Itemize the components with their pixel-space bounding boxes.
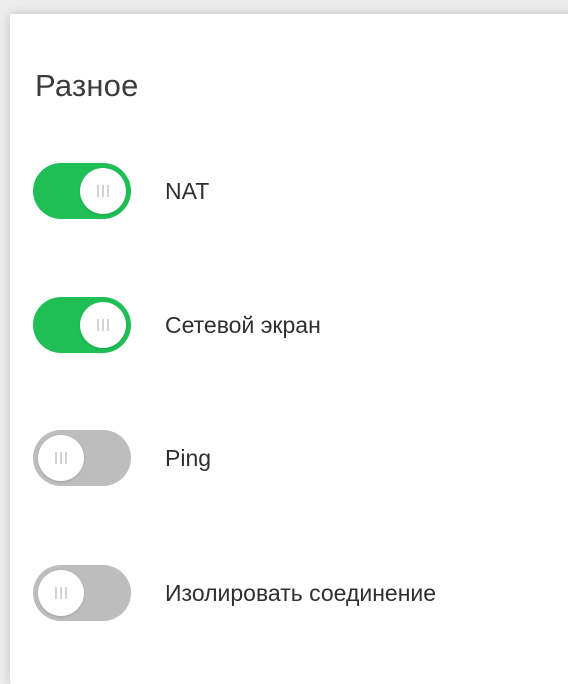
nat-toggle[interactable] bbox=[33, 163, 131, 219]
toggle-knob bbox=[38, 570, 84, 616]
toggle-row-firewall: Сетевой экран bbox=[33, 296, 321, 354]
section-title: Разное bbox=[35, 68, 139, 103]
toggle-knob bbox=[38, 435, 84, 481]
firewall-toggle[interactable] bbox=[33, 297, 131, 353]
grip-icon bbox=[97, 319, 109, 331]
grip-icon bbox=[97, 185, 109, 197]
isolate-connection-label: Изолировать соединение bbox=[165, 579, 437, 606]
firewall-label: Сетевой экран bbox=[165, 311, 321, 338]
ping-toggle[interactable] bbox=[33, 430, 131, 486]
ping-label: Ping bbox=[165, 444, 212, 471]
toggle-row-nat: NAT bbox=[33, 162, 209, 220]
toggle-row-ping: Ping bbox=[33, 429, 211, 487]
nat-label: NAT bbox=[165, 177, 210, 204]
settings-card: Разное NAT Сетевой экран Ping Изолироват… bbox=[10, 14, 568, 684]
isolate-connection-toggle[interactable] bbox=[33, 565, 131, 621]
toggle-knob bbox=[80, 168, 126, 214]
toggle-row-isolate: Изолировать соединение bbox=[33, 564, 436, 622]
grip-icon bbox=[55, 587, 67, 599]
grip-icon bbox=[55, 452, 67, 464]
toggle-knob bbox=[80, 302, 126, 348]
